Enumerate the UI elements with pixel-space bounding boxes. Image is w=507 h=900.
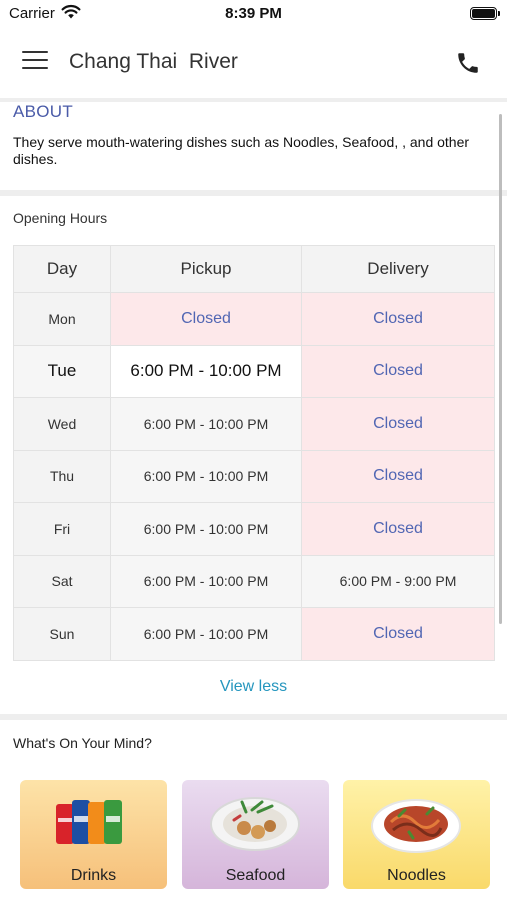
category-label: Noodles: [387, 867, 446, 884]
delivery-cell: Closed: [301, 292, 495, 346]
table-row: Sat 6:00 PM - 10:00 PM 6:00 PM - 9:00 PM: [13, 554, 495, 608]
status-time: 8:39 PM: [225, 5, 282, 22]
column-header-day: Day: [13, 245, 111, 293]
delivery-cell: Closed: [301, 502, 495, 556]
battery-icon: [470, 7, 500, 20]
table-row-today: Tue 6:00 PM - 10:00 PM Closed: [13, 344, 495, 398]
day-cell: Sat: [13, 554, 111, 608]
day-cell: Thu: [13, 449, 111, 503]
table-row: Thu 6:00 PM - 10:00 PM Closed: [13, 449, 495, 503]
delivery-cell: 6:00 PM - 9:00 PM: [301, 554, 495, 608]
table-row: Mon Closed Closed: [13, 292, 495, 346]
category-card-drinks[interactable]: Drinks: [20, 780, 167, 889]
table-row: Fri 6:00 PM - 10:00 PM Closed: [13, 502, 495, 556]
category-card-seafood[interactable]: Seafood: [182, 780, 329, 889]
about-description: They serve mouth-watering dishes such as…: [13, 134, 470, 167]
category-label: Seafood: [225, 867, 286, 884]
day-cell: Mon: [13, 292, 111, 346]
pickup-cell: Closed: [110, 292, 302, 346]
pickup-cell: 6:00 PM - 10:00 PM: [110, 449, 302, 503]
column-header-pickup: Pickup: [110, 245, 302, 293]
pickup-cell: 6:00 PM - 10:00 PM: [110, 502, 302, 556]
column-header-delivery: Delivery: [301, 245, 495, 293]
hamburger-menu-icon[interactable]: [22, 51, 48, 73]
scroll-indicator[interactable]: [499, 114, 502, 624]
navbar-divider: [0, 98, 507, 102]
seafood-dish-icon: [210, 797, 300, 851]
day-cell: Tue: [13, 344, 111, 398]
whats-on-your-mind-heading: What's On Your Mind?: [13, 735, 152, 751]
table-row: Wed 6:00 PM - 10:00 PM Closed: [13, 397, 495, 451]
pickup-cell: 6:00 PM - 10:00 PM: [110, 344, 302, 398]
noodles-dish-icon: [371, 799, 461, 853]
view-less-link[interactable]: View less: [0, 678, 507, 696]
navbar: Chang Thai River: [0, 30, 507, 98]
pickup-cell: 6:00 PM - 10:00 PM: [110, 607, 302, 661]
pickup-cell: 6:00 PM - 10:00 PM: [110, 397, 302, 451]
opening-hours-heading: Opening Hours: [13, 210, 108, 226]
opening-hours-table: Day Pickup Delivery Mon Closed Closed Tu…: [13, 245, 495, 661]
pickup-cell: 6:00 PM - 10:00 PM: [110, 554, 302, 608]
delivery-cell: Closed: [301, 344, 495, 398]
phone-icon[interactable]: [455, 50, 481, 76]
delivery-cell: Closed: [301, 449, 495, 503]
section-divider: [0, 714, 507, 720]
delivery-cell: Closed: [301, 607, 495, 661]
category-card-noodles[interactable]: Noodles: [343, 780, 490, 889]
status-bar: Carrier 8:39 PM: [0, 0, 507, 30]
section-divider: [0, 190, 507, 196]
page-title: Chang Thai River: [69, 50, 238, 73]
delivery-cell: Closed: [301, 397, 495, 451]
day-cell: Sun: [13, 607, 111, 661]
category-label: Drinks: [70, 867, 117, 884]
table-header-row: Day Pickup Delivery: [13, 245, 495, 293]
day-cell: Fri: [13, 502, 111, 556]
day-cell: Wed: [13, 397, 111, 451]
drinks-cans-icon: [56, 800, 122, 844]
about-heading: ABOUT: [13, 102, 74, 121]
table-row: Sun 6:00 PM - 10:00 PM Closed: [13, 607, 495, 661]
